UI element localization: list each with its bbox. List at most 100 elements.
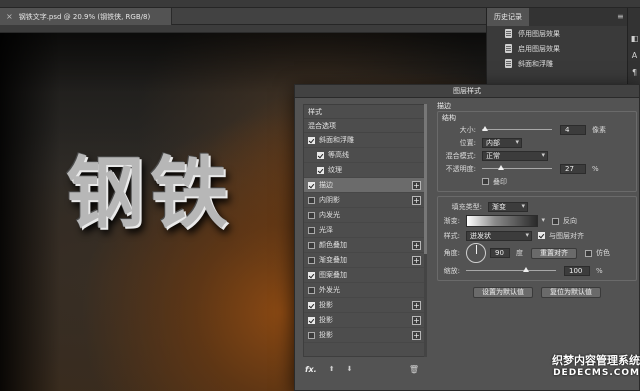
style-item-label: 投影: [319, 316, 333, 324]
style-checkbox[interactable]: [308, 331, 315, 339]
size-unit: 像素: [592, 125, 606, 134]
opacity-unit: %: [592, 164, 599, 173]
style-list-item[interactable]: 纹理: [304, 163, 426, 178]
style-list-item[interactable]: 投影 +: [304, 328, 426, 343]
opacity-label: 不透明度:: [445, 164, 476, 173]
paragraph-icon[interactable]: ¶: [632, 68, 637, 77]
dither-label: 仿色: [596, 249, 610, 257]
style-list-item[interactable]: 投影 +: [304, 313, 426, 328]
style-list-item[interactable]: 光泽: [304, 223, 426, 238]
style-list: 样式 混合选项 斜面和浮雕 等高线纹理描边 + 内阴影 + 内发光 光泽 颜色叠加 + 渐变叠加 +…: [303, 104, 427, 357]
close-tab-icon[interactable]: ×: [6, 12, 13, 21]
size-slider[interactable]: [481, 126, 552, 131]
set-default-button[interactable]: 设置为默认值: [473, 287, 533, 298]
style-item-label: 图案叠加: [319, 271, 347, 279]
style-item-label: 纹理: [328, 166, 342, 174]
style-checkbox[interactable]: [308, 316, 315, 324]
panel-menu-icon[interactable]: ≡: [617, 12, 624, 21]
reverse-checkbox[interactable]: [552, 217, 559, 225]
style-list-item[interactable]: 内阴影 +: [304, 193, 426, 208]
canvas-shading-left: [0, 33, 60, 391]
layers-icon[interactable]: ◧: [631, 34, 639, 43]
structure-title: 结构: [442, 114, 456, 122]
styles-header[interactable]: 样式: [304, 105, 426, 119]
stroke-section-title: 描边: [437, 102, 451, 110]
size-slider-knob[interactable]: [481, 126, 488, 131]
style-checkbox[interactable]: [308, 181, 315, 189]
style-checkbox[interactable]: [308, 226, 315, 234]
add-effect-icon[interactable]: +: [412, 301, 421, 310]
history-item[interactable]: 斜面和浮雕: [487, 56, 627, 71]
history-item[interactable]: 启用图层效果: [487, 41, 627, 56]
trash-icon[interactable]: 🗑: [409, 365, 419, 374]
style-list-item[interactable]: 图案叠加: [304, 268, 426, 283]
position-label: 位置:: [459, 138, 476, 147]
add-effect-icon[interactable]: +: [412, 331, 421, 340]
scale-slider[interactable]: [466, 267, 556, 272]
style-list-item[interactable]: 颜色叠加 +: [304, 238, 426, 253]
align-checkbox[interactable]: [538, 232, 545, 239]
scrollbar-thumb[interactable]: [424, 104, 427, 254]
style-list-item[interactable]: 渐变叠加 +: [304, 253, 426, 268]
move-down-icon[interactable]: ⬇: [347, 365, 353, 373]
blend-options-header[interactable]: 混合选项: [304, 119, 426, 133]
style-checkbox[interactable]: [317, 151, 324, 159]
add-effect-icon[interactable]: +: [412, 256, 421, 265]
reset-align-button[interactable]: 重置对齐: [531, 247, 577, 259]
opacity-slider[interactable]: [482, 165, 552, 170]
add-effect-icon[interactable]: +: [412, 196, 421, 205]
style-list-item[interactable]: 投影 +: [304, 298, 426, 313]
document-tab[interactable]: × 钢铁文字.psd @ 20.9% (钢铁侠, RGB/8): [0, 8, 172, 25]
move-up-icon[interactable]: ⬆: [329, 365, 335, 373]
dither-checkbox[interactable]: [585, 249, 592, 257]
style-checkbox[interactable]: [308, 301, 315, 309]
scale-unit: %: [596, 266, 603, 275]
style-list-item[interactable]: 内发光: [304, 208, 426, 223]
add-effect-icon[interactable]: +: [412, 181, 421, 190]
style-label: 样式:: [443, 231, 460, 240]
watermark-line-1: 织梦内容管理系统: [552, 354, 640, 367]
style-checkbox[interactable]: [308, 196, 315, 204]
fx-icon[interactable]: fx.: [305, 365, 317, 374]
reverse-label: 反向: [563, 217, 577, 225]
gradient-style-select[interactable]: 迸发状: [466, 230, 532, 241]
style-list-scrollbar[interactable]: [424, 104, 427, 357]
history-state-icon: [505, 59, 512, 68]
overprint-checkbox[interactable]: [482, 178, 489, 185]
style-item-label: 投影: [319, 301, 333, 309]
scale-input[interactable]: 100: [564, 265, 590, 276]
style-list-item[interactable]: 描边 +: [304, 178, 426, 193]
style-checkbox[interactable]: [308, 241, 315, 249]
style-list-item[interactable]: 外发光: [304, 283, 426, 298]
style-checkbox[interactable]: [308, 256, 315, 264]
fill-type-row: 填充类型: 渐变: [442, 200, 632, 213]
gradient-swatch[interactable]: [466, 215, 545, 227]
reset-default-button[interactable]: 复位为默认值: [541, 287, 601, 298]
character-icon[interactable]: A: [632, 51, 637, 60]
angle-dial[interactable]: [466, 243, 486, 263]
add-effect-icon[interactable]: +: [412, 316, 421, 325]
fill-type-select[interactable]: 渐变: [488, 201, 528, 212]
opacity-slider-knob[interactable]: [497, 165, 504, 170]
angle-label: 角度:: [443, 249, 460, 257]
style-checkbox[interactable]: [308, 286, 315, 294]
scale-label: 缩放:: [443, 266, 460, 275]
style-checkbox[interactable]: [308, 211, 315, 219]
style-checkbox[interactable]: [317, 166, 324, 174]
gradient-label: 渐变:: [443, 217, 460, 225]
blend-mode-select[interactable]: 正常: [482, 150, 548, 161]
angle-input[interactable]: 90: [490, 248, 510, 258]
style-checkbox[interactable]: [308, 136, 315, 144]
style-list-item[interactable]: 等高线: [304, 148, 426, 163]
style-checkbox[interactable]: [308, 271, 315, 279]
opacity-input[interactable]: 27: [560, 163, 586, 174]
gradient-style-row: 样式: 迸发状 与图层对齐: [442, 229, 632, 242]
tab-history[interactable]: 历史记录: [487, 8, 529, 26]
position-select[interactable]: 内部: [482, 137, 522, 148]
add-effect-icon[interactable]: +: [412, 241, 421, 250]
history-item[interactable]: 停用图层效果: [487, 26, 627, 41]
style-list-item[interactable]: 斜面和浮雕: [304, 133, 426, 148]
style-item-label: 内阴影: [319, 196, 340, 204]
size-input[interactable]: 4: [560, 124, 586, 135]
scale-slider-knob[interactable]: [523, 267, 530, 272]
